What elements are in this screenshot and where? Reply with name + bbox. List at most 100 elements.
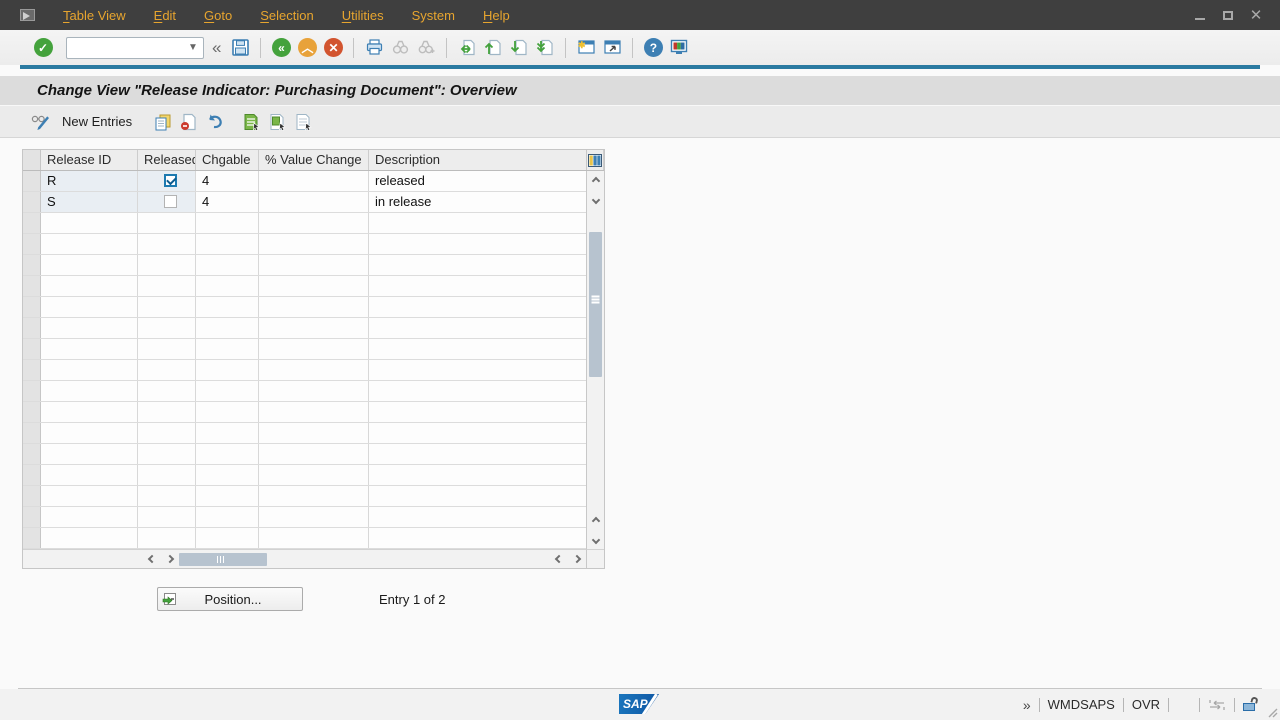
cell-pct-value-change[interactable] bbox=[259, 213, 369, 233]
cell-release-id[interactable] bbox=[41, 381, 138, 401]
cell-release-id[interactable] bbox=[41, 360, 138, 380]
cell-released[interactable] bbox=[138, 381, 196, 401]
cell-release-id[interactable] bbox=[41, 339, 138, 359]
customize-layout-button[interactable] bbox=[667, 36, 691, 60]
row-selector[interactable] bbox=[23, 234, 41, 254]
find-next-button[interactable] bbox=[414, 36, 438, 60]
print-button[interactable] bbox=[362, 36, 386, 60]
cell-chgable[interactable] bbox=[196, 213, 259, 233]
cell-released[interactable] bbox=[138, 360, 196, 380]
cell-pct-value-change[interactable] bbox=[259, 234, 369, 254]
cell-description[interactable] bbox=[369, 318, 586, 338]
scroll-up-button[interactable] bbox=[587, 171, 604, 190]
cell-description[interactable] bbox=[369, 339, 586, 359]
cell-description[interactable] bbox=[369, 297, 586, 317]
table-config-button[interactable] bbox=[586, 150, 604, 170]
collapse-chevrons-icon[interactable]: « bbox=[212, 38, 221, 58]
cell-description[interactable] bbox=[369, 465, 586, 485]
cell-release-id[interactable]: S bbox=[41, 192, 138, 212]
cell-chgable[interactable] bbox=[196, 465, 259, 485]
cell-chgable[interactable] bbox=[196, 297, 259, 317]
row-selector[interactable] bbox=[23, 444, 41, 464]
cell-released[interactable] bbox=[138, 339, 196, 359]
cell-release-id[interactable] bbox=[41, 318, 138, 338]
col-header-chgable[interactable]: Chgable bbox=[196, 150, 259, 170]
cell-released[interactable] bbox=[138, 528, 196, 548]
cell-chgable[interactable] bbox=[196, 276, 259, 296]
cell-released[interactable] bbox=[138, 171, 196, 191]
delete-button[interactable] bbox=[177, 110, 201, 134]
cell-pct-value-change[interactable] bbox=[259, 465, 369, 485]
session-icon[interactable] bbox=[20, 9, 35, 21]
cell-pct-value-change[interactable] bbox=[259, 360, 369, 380]
insert-mode-indicator[interactable]: OVR bbox=[1132, 697, 1160, 712]
row-selector[interactable] bbox=[23, 465, 41, 485]
menu-item-help[interactable]: Help bbox=[469, 4, 524, 27]
cell-released[interactable] bbox=[138, 318, 196, 338]
menu-item-utilities[interactable]: Utilities bbox=[328, 4, 398, 27]
row-selector[interactable] bbox=[23, 402, 41, 422]
cell-chgable[interactable] bbox=[196, 255, 259, 275]
cell-description[interactable]: released bbox=[369, 171, 586, 191]
cell-pct-value-change[interactable] bbox=[259, 318, 369, 338]
undo-button[interactable] bbox=[203, 110, 227, 134]
enter-button[interactable]: ✓ bbox=[31, 36, 55, 60]
cell-release-id[interactable]: R bbox=[41, 171, 138, 191]
cell-release-id[interactable] bbox=[41, 444, 138, 464]
cell-released[interactable] bbox=[138, 507, 196, 527]
create-shortcut-button[interactable] bbox=[600, 36, 624, 60]
first-page-button[interactable] bbox=[455, 36, 479, 60]
command-input[interactable] bbox=[66, 37, 204, 59]
row-selector[interactable] bbox=[23, 171, 41, 191]
row-selector[interactable] bbox=[23, 276, 41, 296]
select-all-button[interactable] bbox=[239, 110, 263, 134]
cell-released[interactable] bbox=[138, 402, 196, 422]
cell-chgable[interactable] bbox=[196, 507, 259, 527]
cell-release-id[interactable] bbox=[41, 213, 138, 233]
deselect-all-button[interactable] bbox=[291, 110, 315, 134]
scroll-left-button[interactable] bbox=[143, 550, 161, 569]
horizontal-scrollbar[interactable] bbox=[23, 549, 586, 568]
new-session-button[interactable]: ✱ bbox=[574, 36, 598, 60]
cell-release-id[interactable] bbox=[41, 423, 138, 443]
cell-description[interactable] bbox=[369, 213, 586, 233]
row-selector[interactable] bbox=[23, 339, 41, 359]
cell-chgable[interactable] bbox=[196, 444, 259, 464]
close-button[interactable]: ✕ bbox=[1242, 0, 1270, 30]
row-selector[interactable] bbox=[23, 192, 41, 212]
cell-released[interactable] bbox=[138, 234, 196, 254]
cell-released[interactable] bbox=[138, 465, 196, 485]
col-header-description[interactable]: Description bbox=[369, 150, 586, 170]
vertical-scroll-thumb[interactable] bbox=[589, 232, 602, 377]
cell-release-id[interactable] bbox=[41, 297, 138, 317]
cell-description[interactable] bbox=[369, 507, 586, 527]
help-button[interactable]: ? bbox=[641, 36, 665, 60]
cell-pct-value-change[interactable] bbox=[259, 339, 369, 359]
row-selector[interactable] bbox=[23, 318, 41, 338]
cell-chgable[interactable]: 4 bbox=[196, 171, 259, 191]
row-selector[interactable] bbox=[23, 255, 41, 275]
scroll-down-button-bottom[interactable] bbox=[587, 530, 604, 549]
maximize-button[interactable] bbox=[1214, 0, 1242, 30]
released-checkbox[interactable] bbox=[164, 174, 177, 187]
scroll-right-button-right[interactable] bbox=[568, 550, 586, 569]
copy-as-button[interactable] bbox=[151, 110, 175, 134]
cell-released[interactable] bbox=[138, 276, 196, 296]
cell-pct-value-change[interactable] bbox=[259, 171, 369, 191]
next-page-button[interactable] bbox=[507, 36, 531, 60]
cell-released[interactable] bbox=[138, 297, 196, 317]
row-selector[interactable] bbox=[23, 486, 41, 506]
row-selector[interactable] bbox=[23, 423, 41, 443]
display-change-toggle-button[interactable] bbox=[29, 110, 53, 134]
select-block-button[interactable] bbox=[265, 110, 289, 134]
released-checkbox[interactable] bbox=[164, 195, 177, 208]
cell-released[interactable] bbox=[138, 255, 196, 275]
previous-page-button[interactable] bbox=[481, 36, 505, 60]
find-button[interactable] bbox=[388, 36, 412, 60]
horizontal-scroll-thumb[interactable] bbox=[179, 553, 267, 566]
scroll-left-button-right[interactable] bbox=[550, 550, 568, 569]
cell-description[interactable] bbox=[369, 486, 586, 506]
cell-description[interactable] bbox=[369, 381, 586, 401]
cell-released[interactable] bbox=[138, 213, 196, 233]
cell-released[interactable] bbox=[138, 444, 196, 464]
